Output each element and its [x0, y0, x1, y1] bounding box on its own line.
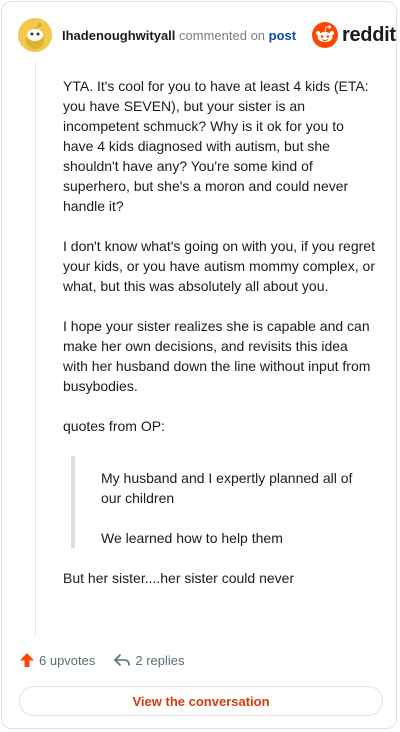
view-conversation-button[interactable]: View the conversation [19, 686, 383, 716]
snoo-avatar-icon [18, 18, 52, 52]
reddit-logo[interactable]: reddit [312, 22, 396, 48]
reddit-wordmark: reddit [342, 23, 396, 46]
comment-body: YTA. It's cool for you to have at least … [63, 76, 375, 608]
post-link[interactable]: post [269, 28, 296, 43]
action-text: commented on [179, 28, 266, 43]
upvote-count: 6 upvotes [39, 652, 96, 668]
comment-paragraph: YTA. It's cool for you to have at least … [63, 78, 369, 214]
comment-actions: 6 upvotes 2 replies [19, 652, 203, 668]
blockquote: My husband and I expertly planned all of… [71, 456, 375, 548]
replies-count: 2 replies [135, 652, 185, 668]
replies-button[interactable]: 2 replies [113, 652, 185, 668]
comment-header: Ihadenoughwityall commented on post [62, 28, 296, 43]
username[interactable]: Ihadenoughwityall [62, 28, 175, 43]
upvote-button[interactable]: 6 upvotes [19, 652, 95, 668]
thread-line [35, 62, 36, 637]
upvote-arrow-icon [20, 653, 34, 667]
reddit-logo-icon [312, 22, 338, 48]
comment-embed-card: Ihadenoughwityall commented on post redd… [1, 1, 397, 729]
comment-paragraph: I hope your sister realizes she is capab… [63, 318, 371, 394]
quote-line: We learned how to help them [101, 530, 283, 546]
comment-paragraph: quotes from OP: [63, 418, 165, 434]
user-avatar[interactable] [18, 18, 52, 52]
comment-paragraph: I don't know what's going on with you, i… [63, 238, 375, 294]
comment-paragraph: But her sister....her sister could never [63, 570, 295, 586]
reply-arrow-icon [114, 654, 131, 666]
quote-line: My husband and I expertly planned all of… [101, 470, 353, 506]
